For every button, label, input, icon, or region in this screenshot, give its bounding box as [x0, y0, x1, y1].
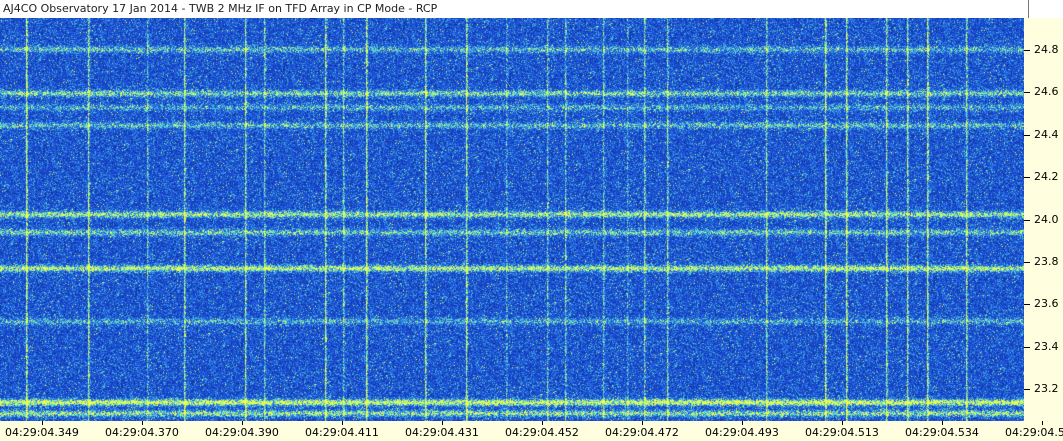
x-tick [42, 421, 43, 425]
y-tick [1024, 261, 1030, 263]
x-tick-label: 04:29:04.472 [605, 426, 679, 439]
y-tick [1024, 134, 1030, 136]
x-tick-label: 04:29:04.390 [205, 426, 279, 439]
y-tick [1024, 346, 1030, 348]
y-tick [1024, 389, 1030, 391]
y-tick-label: 23.8 [1034, 254, 1059, 268]
x-tick-label: 04:29:04.431 [405, 426, 479, 439]
x-tick [842, 421, 843, 425]
x-tick-label: 04:29:04.452 [505, 426, 579, 439]
title-divider [1028, 0, 1029, 18]
spectrogram-plot[interactable] [0, 18, 1024, 421]
x-tick [342, 421, 343, 425]
y-tick-label: 24.0 [1034, 212, 1059, 226]
spectrogram-canvas [0, 18, 1024, 421]
y-tick-label: 24.6 [1034, 85, 1059, 99]
y-tick [1024, 219, 1030, 221]
x-tick-label: 04:29:04.554 [1005, 426, 1063, 439]
x-tick-label: 04:29:04.534 [905, 426, 979, 439]
time-axis: 04:29:04.349 04:29:04.370 04:29:04.390 04:2… [0, 421, 1063, 441]
x-tick [542, 421, 543, 425]
x-tick [242, 421, 243, 425]
y-tick [1024, 49, 1030, 51]
x-tick [742, 421, 743, 425]
x-tick-label: 04:29:04.370 [105, 426, 179, 439]
y-tick [1024, 304, 1030, 306]
x-tick [642, 421, 643, 425]
y-tick-label: 23.6 [1034, 297, 1059, 311]
x-tick [442, 421, 443, 425]
x-tick-label: 04:29:04.349 [5, 426, 79, 439]
y-tick-label: 24.8 [1034, 42, 1059, 56]
y-tick-label: 24.2 [1034, 170, 1059, 184]
x-tick-label: 04:29:04.493 [705, 426, 779, 439]
y-tick-label: 23.4 [1034, 339, 1059, 353]
y-tick [1024, 177, 1030, 179]
y-tick [1024, 92, 1030, 94]
title-bar: AJ4CO Observatory 17 Jan 2014 - TWB 2 MH… [0, 0, 1063, 18]
y-tick-label: 24.4 [1034, 127, 1059, 141]
frequency-axis: 24.8 24.6 24.4 24.2 24.0 23.8 23.6 23.4 23.2 [1024, 18, 1063, 421]
x-tick [942, 421, 943, 425]
x-tick-label: 04:29:04.513 [805, 426, 879, 439]
x-tick [142, 421, 143, 425]
y-tick-label: 23.2 [1034, 382, 1059, 396]
spectrogram-title: AJ4CO Observatory 17 Jan 2014 - TWB 2 MH… [3, 2, 438, 15]
x-tick [1042, 421, 1043, 425]
x-tick-label: 04:29:04.411 [305, 426, 379, 439]
